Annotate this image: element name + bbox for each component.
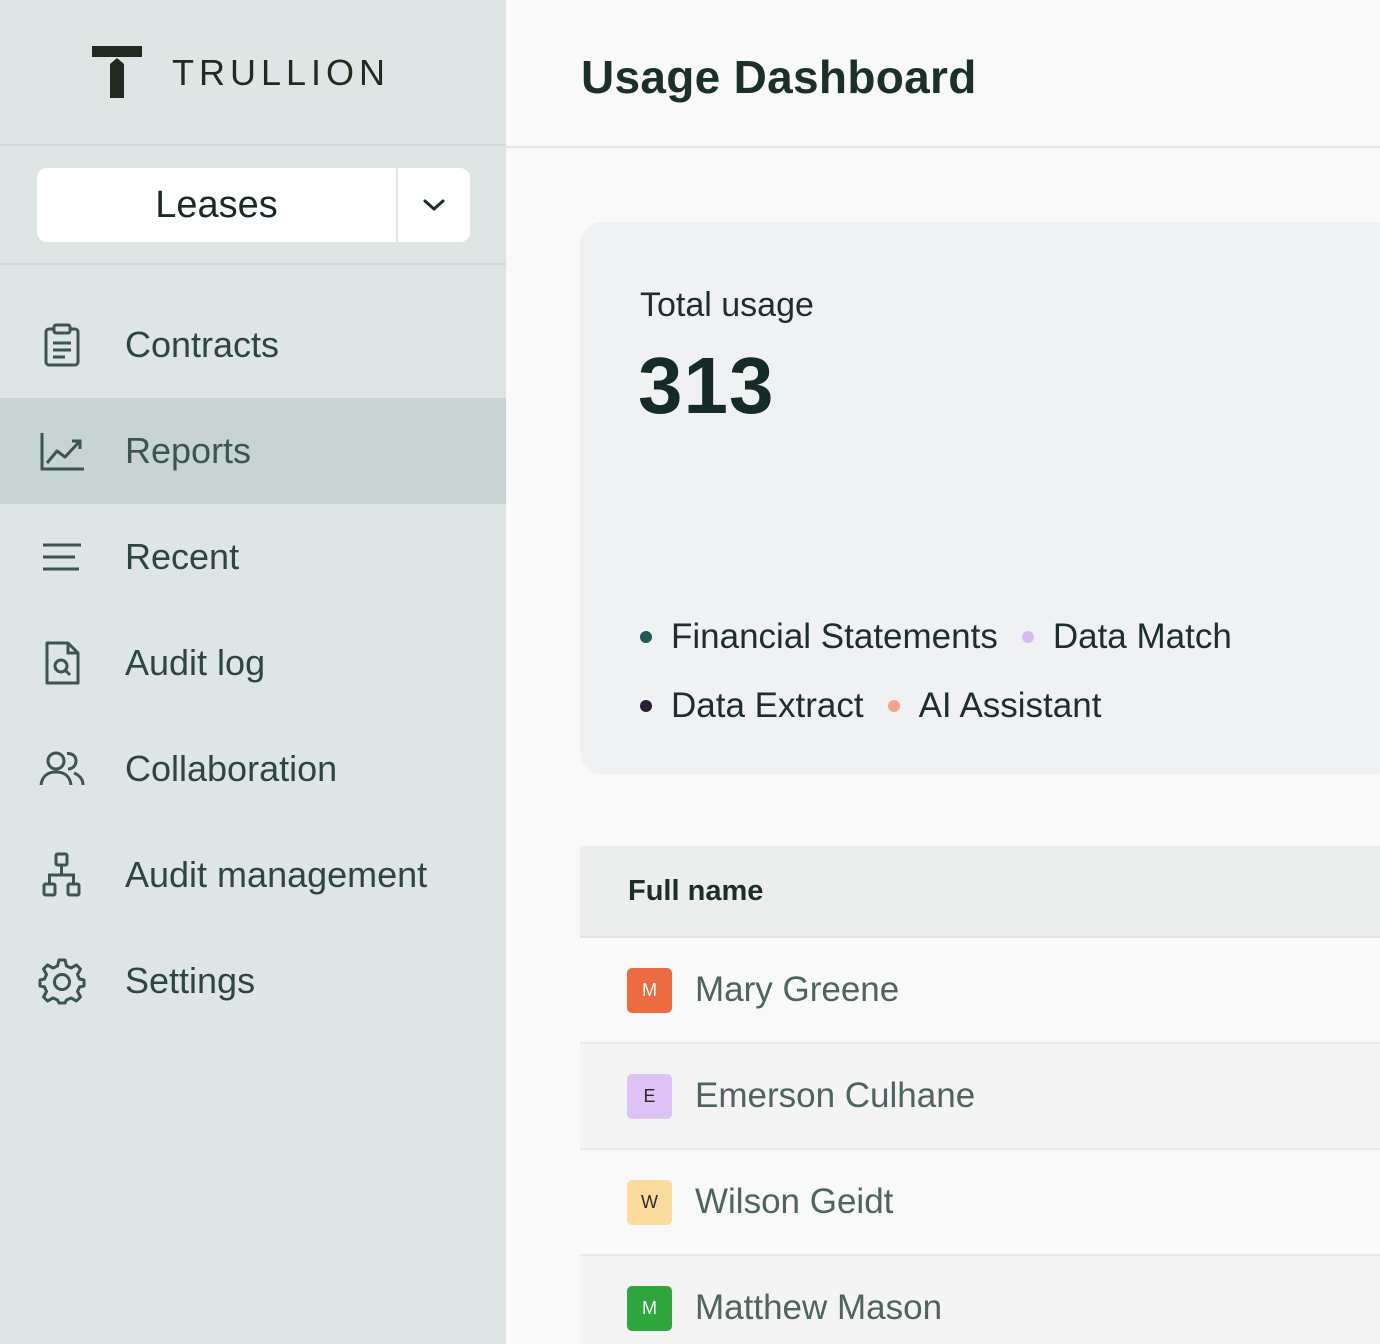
- legend-item-data-match: Data Match: [1021, 616, 1232, 657]
- legend-label: Financial Statements: [671, 616, 998, 656]
- table-row[interactable]: W Wilson Geidt: [580, 1150, 1380, 1256]
- avatar: W: [627, 1179, 672, 1225]
- sidebar-item-label: Audit management: [125, 854, 428, 895]
- sidebar-item-label: Reports: [125, 430, 252, 471]
- chevron-down-icon: [423, 199, 445, 211]
- avatar: M: [627, 967, 672, 1013]
- hierarchy-icon: [42, 852, 81, 897]
- page-title: Usage Dashboard: [581, 51, 977, 103]
- total-usage-label: Total usage: [640, 286, 814, 324]
- sidebar-item-label: Contracts: [125, 324, 280, 365]
- sidebar-item-audit-management[interactable]: Audit management: [0, 822, 506, 928]
- usage-legend: Financial Statements Data Match Data Ext…: [640, 602, 1380, 740]
- user-full-name: Wilson Geidt: [695, 1182, 894, 1221]
- sidebar-item-collaboration[interactable]: Collaboration: [0, 716, 506, 822]
- table-header: Full name: [580, 846, 1380, 938]
- table-row[interactable]: M Mary Greene: [580, 938, 1380, 1044]
- sidebar-item-label: Recent: [125, 536, 240, 577]
- legend-label: Data Match: [1052, 616, 1232, 656]
- legend-row: Financial Statements Data Match: [640, 602, 1380, 671]
- brand-header: TRULLION: [0, 0, 506, 146]
- sidebar-item-recent[interactable]: Recent: [0, 504, 506, 610]
- sidebar-item-reports[interactable]: Reports: [0, 398, 506, 504]
- legend-item-ai-assistant: AI Assistant: [887, 685, 1102, 726]
- legend-item-financial-statements: Financial Statements: [640, 617, 998, 657]
- line-chart-icon: [40, 433, 84, 471]
- column-header-full-name[interactable]: Full name: [628, 875, 763, 908]
- legend-row: Data Extract AI Assistant: [640, 671, 1380, 740]
- sidebar-item-label: Audit log: [125, 642, 266, 683]
- sidebar-item-audit-log[interactable]: Audit log: [0, 610, 506, 716]
- total-usage-card: Total usage 313 Financial Statements Dat…: [580, 222, 1380, 774]
- users-table: Full name M Mary Greene E Emerson Culhan…: [580, 846, 1380, 1344]
- clipboard-icon: [44, 323, 80, 367]
- sidebar-item-label: Collaboration: [125, 748, 338, 789]
- user-full-name: Mary Greene: [695, 970, 900, 1009]
- document-search-icon: [45, 641, 80, 685]
- sidebar: TRULLION Leases Contracts Reports Recent…: [0, 0, 506, 1344]
- user-full-name: Matthew Mason: [695, 1288, 943, 1327]
- user-full-name: Emerson Culhane: [695, 1076, 976, 1115]
- legend-dot-icon: [640, 699, 652, 712]
- main-header: Usage Dashboard: [506, 0, 1380, 148]
- sidebar-item-label: Settings: [125, 960, 256, 1001]
- module-selector-value: Leases: [37, 168, 398, 242]
- legend-label: Data Extract: [671, 685, 864, 725]
- module-selector[interactable]: Leases: [37, 168, 470, 242]
- total-usage-value: 313: [638, 341, 775, 430]
- legend-item-data-extract: Data Extract: [640, 686, 864, 726]
- table-row[interactable]: E Emerson Culhane: [580, 1044, 1380, 1150]
- sidebar-nav: Contracts Reports Recent Audit log Colla…: [0, 292, 506, 1034]
- avatar: M: [627, 1285, 672, 1331]
- users-icon: [39, 751, 85, 786]
- avatar: E: [627, 1073, 672, 1119]
- trullion-logo-icon: [92, 46, 142, 98]
- sidebar-item-settings[interactable]: Settings: [0, 928, 506, 1034]
- legend-dot-icon: [640, 630, 652, 643]
- selector-caret-button[interactable]: [398, 168, 470, 242]
- legend-label: AI Assistant: [918, 685, 1102, 725]
- table-row[interactable]: M Matthew Mason: [580, 1256, 1380, 1344]
- module-selector-section: Leases: [0, 146, 506, 265]
- sidebar-item-contracts[interactable]: Contracts: [0, 292, 506, 398]
- lines-icon: [43, 543, 81, 571]
- gear-icon: [38, 958, 86, 1005]
- legend-dot-icon: [887, 699, 900, 712]
- brand-name: TRULLION: [172, 52, 391, 93]
- legend-dot-icon: [1021, 630, 1034, 643]
